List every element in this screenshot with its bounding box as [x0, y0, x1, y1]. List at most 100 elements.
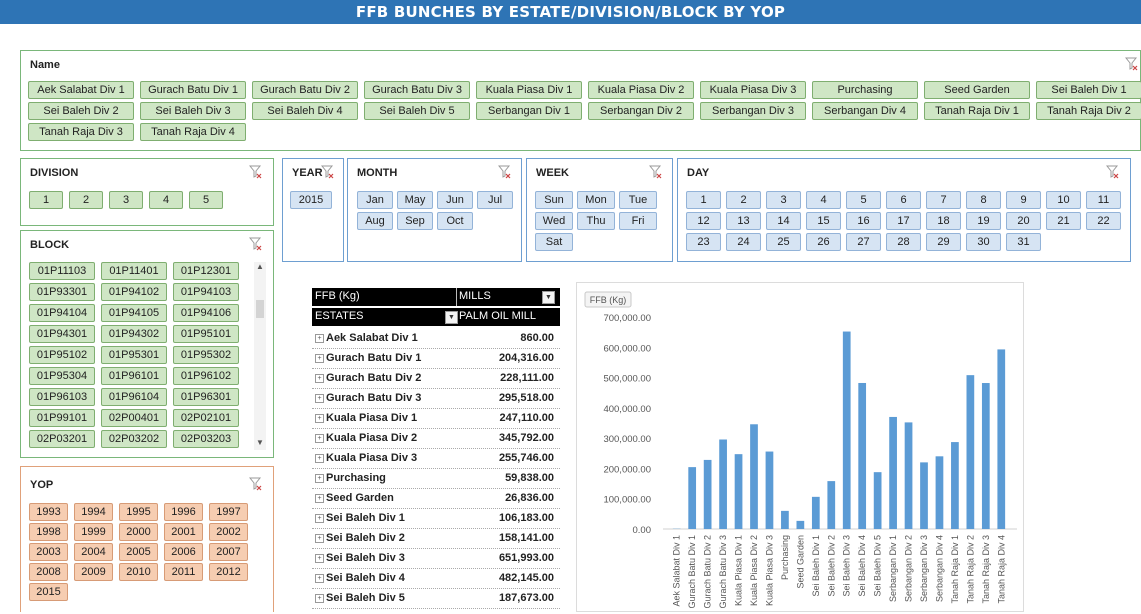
- name-slicer-item[interactable]: Sei Baleh Div 5: [364, 102, 470, 120]
- estate-name[interactable]: +Sei Baleh Div 2: [315, 532, 405, 544]
- block-slicer-item[interactable]: 01P12301: [173, 262, 239, 280]
- day-slicer-item[interactable]: 9: [1006, 191, 1041, 209]
- name-slicer-item[interactable]: Kuala Piasa Div 1: [476, 81, 582, 99]
- division-slicer-item[interactable]: 3: [109, 191, 143, 209]
- day-slicer-item[interactable]: 22: [1086, 212, 1121, 230]
- block-slicer-item[interactable]: 01P94104: [29, 304, 95, 322]
- expand-icon[interactable]: +: [315, 534, 324, 543]
- block-slicer-item[interactable]: 01P95301: [101, 346, 167, 364]
- day-slicer-item[interactable]: 10: [1046, 191, 1081, 209]
- name-slicer-item[interactable]: Serbangan Div 2: [588, 102, 694, 120]
- yop-slicer-item[interactable]: 1999: [74, 523, 113, 541]
- division-slicer-item[interactable]: 4: [149, 191, 183, 209]
- day-slicer-item[interactable]: 13: [726, 212, 761, 230]
- expand-icon[interactable]: +: [315, 394, 324, 403]
- estate-name[interactable]: +Sei Baleh Div 3: [315, 552, 405, 564]
- month-slicer-item[interactable]: Oct: [437, 212, 473, 230]
- yop-slicer-item[interactable]: 1998: [29, 523, 68, 541]
- name-slicer-item[interactable]: Tanah Raja Div 1: [924, 102, 1030, 120]
- day-slicer-item[interactable]: 2: [726, 191, 761, 209]
- estate-name[interactable]: +Sei Baleh Div 1: [315, 512, 405, 524]
- estate-name[interactable]: +Gurach Batu Div 1: [315, 352, 421, 364]
- day-slicer-item[interactable]: 30: [966, 233, 1001, 251]
- day-slicer-item[interactable]: 14: [766, 212, 801, 230]
- day-slicer-item[interactable]: 7: [926, 191, 961, 209]
- estate-name[interactable]: +Sei Baleh Div 5: [315, 592, 405, 604]
- day-slicer-item[interactable]: 11: [1086, 191, 1121, 209]
- day-slicer-item[interactable]: 15: [806, 212, 841, 230]
- week-slicer-item[interactable]: Sat: [535, 233, 573, 251]
- block-slicer-item[interactable]: 01P95302: [173, 346, 239, 364]
- day-slicer-item[interactable]: 4: [806, 191, 841, 209]
- block-slicer-item[interactable]: 02P03201: [29, 430, 95, 448]
- expand-icon[interactable]: +: [315, 494, 324, 503]
- block-slicer-item[interactable]: 01P94102: [101, 283, 167, 301]
- yop-slicer-item[interactable]: 2011: [164, 563, 203, 581]
- block-slicer-item[interactable]: 01P93301: [29, 283, 95, 301]
- name-slicer-item[interactable]: Purchasing: [812, 81, 918, 99]
- day-slicer-item[interactable]: 18: [926, 212, 961, 230]
- day-slicer-item[interactable]: 26: [806, 233, 841, 251]
- block-slicer-item[interactable]: 01P94301: [29, 325, 95, 343]
- block-slicer-item[interactable]: 01P94106: [173, 304, 239, 322]
- day-slicer-item[interactable]: 16: [846, 212, 881, 230]
- week-slicer-item[interactable]: Mon: [577, 191, 615, 209]
- expand-icon[interactable]: +: [315, 374, 324, 383]
- block-scrollbar[interactable]: ▲ ▼: [254, 262, 266, 450]
- block-slicer-item[interactable]: 01P11103: [29, 262, 95, 280]
- day-slicer-item[interactable]: 21: [1046, 212, 1081, 230]
- block-slicer-item[interactable]: 02P03203: [173, 430, 239, 448]
- division-slicer-item[interactable]: 1: [29, 191, 63, 209]
- yop-slicer-item[interactable]: 2010: [119, 563, 158, 581]
- name-slicer-item[interactable]: Gurach Batu Div 3: [364, 81, 470, 99]
- yop-slicer-item[interactable]: 2006: [164, 543, 203, 561]
- block-slicer-item[interactable]: 01P94105: [101, 304, 167, 322]
- block-slicer-item[interactable]: 01P96102: [173, 367, 239, 385]
- yop-slicer-item[interactable]: 2007: [209, 543, 248, 561]
- day-slicer-item[interactable]: 19: [966, 212, 1001, 230]
- block-slicer-item[interactable]: 01P99101: [29, 409, 95, 427]
- yop-slicer-item[interactable]: 2005: [119, 543, 158, 561]
- year-slicer-item[interactable]: 2015: [290, 191, 332, 209]
- estate-name[interactable]: +Kuala Piasa Div 1: [315, 412, 417, 424]
- day-slicer-item[interactable]: 28: [886, 233, 921, 251]
- month-slicer-item[interactable]: Aug: [357, 212, 393, 230]
- block-slicer-item[interactable]: 01P11401: [101, 262, 167, 280]
- name-slicer-item[interactable]: Gurach Batu Div 1: [140, 81, 246, 99]
- clear-filter-icon[interactable]: [249, 165, 263, 179]
- scroll-down-arrow-icon[interactable]: ▼: [254, 438, 266, 447]
- clear-filter-icon[interactable]: [249, 477, 263, 491]
- day-slicer-item[interactable]: 24: [726, 233, 761, 251]
- month-slicer-item[interactable]: Jun: [437, 191, 473, 209]
- expand-icon[interactable]: +: [315, 354, 324, 363]
- yop-slicer-item[interactable]: 1997: [209, 503, 248, 521]
- yop-slicer-item[interactable]: 2008: [29, 563, 68, 581]
- day-slicer-item[interactable]: 12: [686, 212, 721, 230]
- estate-name[interactable]: +Kuala Piasa Div 2: [315, 432, 417, 444]
- name-slicer-item[interactable]: Sei Baleh Div 1: [1036, 81, 1141, 99]
- week-slicer-item[interactable]: Fri: [619, 212, 657, 230]
- estate-name[interactable]: +Purchasing: [315, 472, 386, 484]
- yop-slicer-item[interactable]: 2012: [209, 563, 248, 581]
- expand-icon[interactable]: +: [315, 554, 324, 563]
- name-slicer-item[interactable]: Sei Baleh Div 3: [140, 102, 246, 120]
- expand-icon[interactable]: +: [315, 474, 324, 483]
- name-slicer-item[interactable]: Serbangan Div 3: [700, 102, 806, 120]
- scroll-up-arrow-icon[interactable]: ▲: [254, 262, 266, 271]
- day-slicer-item[interactable]: 31: [1006, 233, 1041, 251]
- week-slicer-item[interactable]: Thu: [577, 212, 615, 230]
- yop-slicer-item[interactable]: 2001: [164, 523, 203, 541]
- month-slicer-item[interactable]: Sep: [397, 212, 433, 230]
- expand-icon[interactable]: +: [315, 334, 324, 343]
- yop-slicer-item[interactable]: 2004: [74, 543, 113, 561]
- yop-slicer-item[interactable]: 2002: [209, 523, 248, 541]
- estate-name[interactable]: +Sei Baleh Div 4: [315, 572, 405, 584]
- day-slicer-item[interactable]: 8: [966, 191, 1001, 209]
- name-slicer-item[interactable]: Serbangan Div 1: [476, 102, 582, 120]
- name-slicer-item[interactable]: Sei Baleh Div 4: [252, 102, 358, 120]
- month-slicer-item[interactable]: Jul: [477, 191, 513, 209]
- estate-name[interactable]: +Gurach Batu Div 2: [315, 372, 421, 384]
- scrollbar-thumb[interactable]: [256, 300, 264, 318]
- estate-name[interactable]: +Gurach Batu Div 3: [315, 392, 421, 404]
- block-slicer-item[interactable]: 02P03202: [101, 430, 167, 448]
